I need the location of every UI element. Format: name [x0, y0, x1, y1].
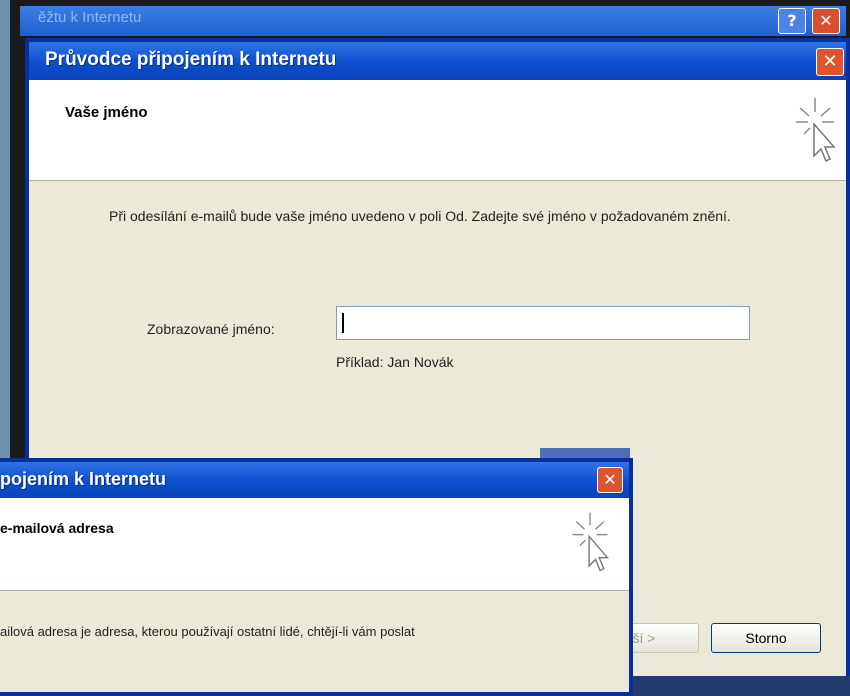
email-wizard-step-title: e-mailová adresa — [0, 520, 114, 536]
help-button[interactable]: ? — [778, 8, 806, 34]
text-caret — [342, 313, 344, 333]
display-name-example: Příklad: Jan Novák — [336, 354, 454, 370]
wizard-titlebar: Průvodce připojením k Internetu ✕ — [29, 42, 846, 80]
email-wizard-close-button[interactable]: ✕ — [597, 467, 623, 493]
wizard-header: Vaše jméno — [29, 80, 846, 181]
email-wizard-title: pojením k Internetu — [0, 469, 167, 489]
background-window-title: ěžtu k Internetu — [38, 9, 142, 26]
email-wizard-header: e-mailová adresa — [0, 498, 629, 591]
background-window-titlebar: ěžtu k Internetu ? ✕ — [20, 6, 846, 36]
wizard-close-button[interactable]: ✕ — [816, 48, 844, 76]
email-wizard-description: ailová adresa je adresa, kterou používaj… — [0, 624, 415, 639]
email-address-wizard-window: pojením k Internetu ✕ e-mailová adresa a… — [0, 458, 633, 696]
wizard-cursor-icon — [572, 512, 609, 572]
background-close-button[interactable]: ✕ — [812, 8, 840, 34]
wizard-cursor-icon — [796, 98, 836, 163]
email-wizard-titlebar: pojením k Internetu ✕ — [0, 462, 629, 498]
cancel-button[interactable]: Storno — [711, 623, 821, 653]
wizard-title: Průvodce připojením k Internetu — [45, 49, 337, 70]
display-name-label: Zobrazované jméno: — [147, 321, 275, 337]
taskbar-edge — [633, 676, 850, 696]
wizard-description: Při odesílání e-mailů bude vaše jméno uv… — [109, 208, 731, 224]
display-name-input[interactable] — [336, 306, 750, 340]
wizard-step-title: Vaše jméno — [65, 104, 148, 121]
